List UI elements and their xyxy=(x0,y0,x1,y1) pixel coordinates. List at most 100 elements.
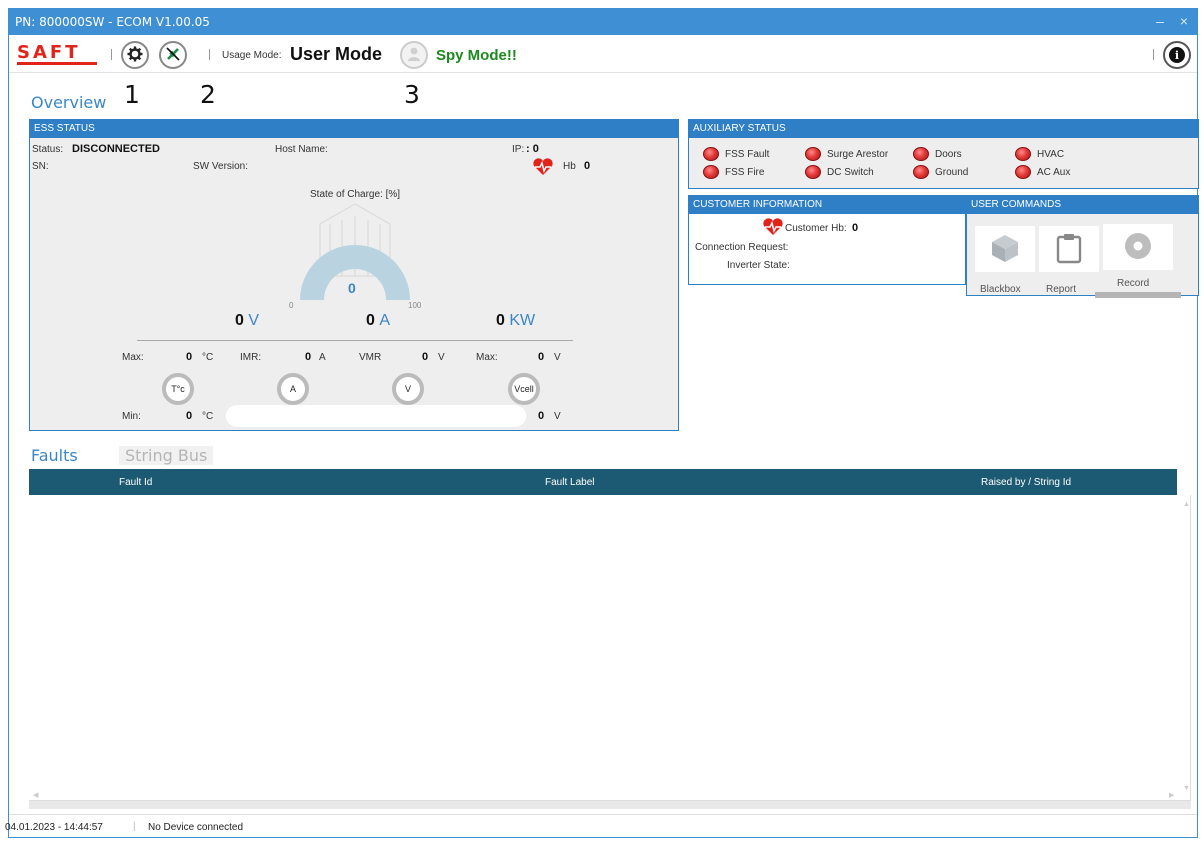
current-button[interactable]: A xyxy=(277,373,309,405)
aux-doors: Doors xyxy=(935,149,962,160)
report-button[interactable] xyxy=(1039,226,1099,272)
vmr-label: VMR xyxy=(359,352,382,363)
separator xyxy=(1153,49,1154,60)
record-button[interactable] xyxy=(1103,224,1173,270)
divider xyxy=(137,340,573,341)
scroll-down-arrow-icon[interactable]: ▼ xyxy=(1183,785,1190,792)
status-device: No Device connected xyxy=(148,822,244,833)
horizontal-scrollbar[interactable] xyxy=(29,801,1191,809)
imr-label: IMR: xyxy=(240,352,262,363)
app-window: PN: 800000SW - ECOM V1.00.05 – × SAFT Us… xyxy=(5,8,1199,838)
temp-max-label: Max: xyxy=(122,352,144,363)
led-icon xyxy=(805,147,821,161)
customer-hb-label: Customer Hb: xyxy=(785,223,847,234)
temp-min-unit: °C xyxy=(202,411,214,422)
separator xyxy=(111,49,112,60)
power-unit: KW xyxy=(509,312,536,329)
blackbox-label: Blackbox xyxy=(980,284,1021,295)
tab-overview[interactable]: Overview xyxy=(31,93,106,112)
gear-icon xyxy=(127,46,143,65)
scroll-right-arrow-icon[interactable]: ▶ xyxy=(1169,791,1174,799)
soc-max-label: 100 xyxy=(408,301,422,310)
aux-hvac: HVAC xyxy=(1037,149,1065,160)
info-button[interactable]: i xyxy=(1163,41,1191,69)
column-fault-label[interactable]: Fault Label xyxy=(545,477,594,488)
vmr-unit: V xyxy=(438,352,445,363)
connect-button[interactable] xyxy=(159,41,187,69)
usage-mode-value: User Mode xyxy=(290,44,383,64)
heartbeat-icon xyxy=(762,218,784,239)
customer-hb-value: 0 xyxy=(852,222,859,234)
temp-max-value: 0 xyxy=(186,351,193,363)
status-value: DISCONNECTED xyxy=(72,143,161,155)
sw-version-label: SW Version: xyxy=(193,161,249,172)
separator xyxy=(209,49,210,60)
toolbar: SAFT Usage Mode: User Mode Spy Mode!! i xyxy=(9,35,1197,73)
temp-min-label: Min: xyxy=(122,411,141,422)
spy-mode-label: Spy Mode!! xyxy=(436,47,517,64)
led-icon xyxy=(1015,147,1031,161)
saft-logo: SAFT xyxy=(15,41,103,67)
record-icon xyxy=(1122,230,1154,265)
ip-label: IP: xyxy=(512,144,525,155)
current-unit: A xyxy=(379,312,391,329)
ess-status-panel: ESS STATUS Status: DISCONNECTED Host Nam… xyxy=(29,119,679,431)
redaction-bar xyxy=(226,405,526,427)
soc-value: 0 xyxy=(348,280,356,296)
vcell-min-unit: V xyxy=(554,411,561,422)
report-label: Report xyxy=(1046,284,1077,295)
led-icon xyxy=(805,165,821,179)
annotation-1: 1 xyxy=(109,81,155,121)
faults-table-header: Fault Id Fault Label Raised by / String … xyxy=(29,469,1177,495)
temp-max-unit: °C xyxy=(202,352,214,363)
usage-mode-label: Usage Mode: xyxy=(222,50,282,61)
record-progress-bar xyxy=(1095,292,1181,298)
imr-unit: A xyxy=(319,352,326,363)
imr-value: 0 xyxy=(305,351,312,363)
soc-gauge xyxy=(260,196,450,316)
vcell-button[interactable]: Vcell xyxy=(508,373,540,405)
column-raised-by[interactable]: Raised by / String Id xyxy=(981,477,1071,488)
user-mode-button[interactable] xyxy=(400,41,428,69)
aux-dc-switch: DC Switch xyxy=(827,167,874,178)
status-datetime: 04.01.2023 - 14:44:57 xyxy=(5,822,103,833)
voltage-unit: V xyxy=(248,312,260,329)
tab-faults[interactable]: Faults xyxy=(31,446,78,465)
tab-string-bus[interactable]: String Bus xyxy=(119,446,214,465)
scroll-left-arrow-icon[interactable]: ◀ xyxy=(33,791,38,799)
faults-table-body: ▲ ▼ ◀ ▶ xyxy=(29,495,1191,801)
power-value: 0 xyxy=(496,312,505,329)
inverter-state-label: Inverter State: xyxy=(727,260,790,271)
settings-button[interactable] xyxy=(121,41,149,69)
auxiliary-status-header: AUXILIARY STATUS xyxy=(689,120,1198,138)
led-icon xyxy=(913,165,929,179)
blackbox-button[interactable] xyxy=(975,226,1035,272)
voltage-readout: 0 V xyxy=(235,312,259,330)
current-readout: 0 A xyxy=(366,312,390,330)
current-value: 0 xyxy=(366,312,375,329)
aux-fss-fault: FSS Fault xyxy=(725,149,770,160)
title-bar: PN: 800000SW - ECOM V1.00.05 – × xyxy=(9,9,1197,35)
annotation-2: 2 xyxy=(185,81,231,121)
ip-value: : 0 xyxy=(526,143,539,155)
host-name-label: Host Name: xyxy=(275,144,328,155)
auxiliary-status-panel: AUXILIARY STATUS FSS Fault Surge Arestor… xyxy=(688,119,1199,189)
scroll-up-arrow-icon[interactable]: ▲ xyxy=(1183,501,1190,508)
led-icon xyxy=(913,147,929,161)
temperature-button[interactable]: T°c xyxy=(162,373,194,405)
status-label: Status: xyxy=(32,144,64,155)
user-commands-panel: USER COMMANDS Blackbox Report Record xyxy=(966,195,1199,298)
cube-icon xyxy=(989,232,1021,267)
hb-label: Hb xyxy=(563,161,576,172)
minimize-button[interactable]: – xyxy=(1149,11,1171,31)
led-icon xyxy=(703,165,719,179)
power-readout: 0 KW xyxy=(496,312,535,330)
clipboard-icon xyxy=(1054,232,1084,267)
vcell-max-label: Max: xyxy=(476,352,498,363)
voltage-button[interactable]: V xyxy=(392,373,424,405)
status-bar: 04.01.2023 - 14:44:57 | No Device connec… xyxy=(5,814,1197,838)
temp-min-value: 0 xyxy=(186,410,193,422)
close-button[interactable]: × xyxy=(1173,11,1195,31)
info-icon: i xyxy=(1169,47,1185,63)
column-fault-id[interactable]: Fault Id xyxy=(119,477,152,488)
